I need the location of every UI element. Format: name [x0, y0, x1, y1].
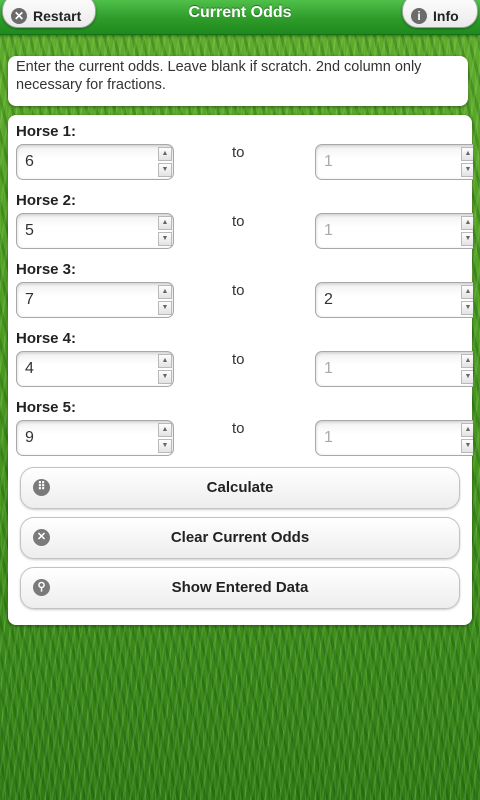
calculate-label: Calculate: [206, 479, 274, 496]
horse-4-fraction-input[interactable]: 1 ▲ ▼: [315, 351, 473, 387]
chevron-up-icon[interactable]: ▲: [158, 216, 172, 230]
horse-2-fraction-input[interactable]: 1 ▲ ▼: [315, 213, 473, 249]
horse-3-label: Horse 3:: [16, 261, 77, 278]
chevron-up-icon[interactable]: ▲: [158, 147, 172, 161]
horse-5-odds-value: 9: [25, 429, 34, 446]
horse-3-fraction-value: 2: [324, 291, 333, 308]
horse-1-to-text: to: [232, 144, 245, 161]
instructions-text: Enter the current odds. Leave blank if s…: [8, 56, 468, 106]
chevron-up-icon[interactable]: ▲: [461, 423, 473, 437]
horse-2-fraction-stepper[interactable]: ▲ ▼: [461, 216, 473, 246]
chevron-down-icon[interactable]: ▼: [461, 439, 473, 453]
horse-3-odds-stepper[interactable]: ▲ ▼: [158, 285, 172, 315]
chevron-down-icon[interactable]: ▼: [158, 163, 172, 177]
horse-4-label: Horse 4:: [16, 330, 77, 347]
horse-3-fraction-stepper[interactable]: ▲ ▼: [461, 285, 473, 315]
chevron-up-icon[interactable]: ▲: [461, 147, 473, 161]
horse-4-odds-stepper[interactable]: ▲ ▼: [158, 354, 172, 384]
chevron-down-icon[interactable]: ▼: [158, 301, 172, 315]
horse-3-to-text: to: [232, 282, 245, 299]
show-label: Show Entered Data: [171, 579, 309, 596]
chevron-down-icon[interactable]: ▼: [158, 439, 172, 453]
horse-1-label: Horse 1:: [16, 123, 77, 140]
header-bar: ✕ Restart Current Odds i Info: [0, 0, 480, 35]
horse-5-odds-stepper[interactable]: ▲ ▼: [158, 423, 172, 453]
horse-5-label: Horse 5:: [16, 399, 77, 416]
chevron-down-icon[interactable]: ▼: [461, 232, 473, 246]
horse-2-to-text: to: [232, 213, 245, 230]
clear-current-odds-button[interactable]: ✕ Clear Current Odds: [20, 517, 460, 559]
horse-4-to-text: to: [232, 351, 245, 368]
chevron-down-icon[interactable]: ▼: [461, 163, 473, 177]
horse-4-odds-input[interactable]: 4 ▲ ▼: [16, 351, 174, 387]
horse-1-fraction-input[interactable]: 1 ▲ ▼: [315, 144, 473, 180]
show-entered-data-button[interactable]: ⚲ Show Entered Data: [20, 567, 460, 609]
chevron-up-icon[interactable]: ▲: [158, 354, 172, 368]
horse-3-fraction-input[interactable]: 2 ▲ ▼: [315, 282, 473, 318]
horse-5-fraction-placeholder: 1: [324, 429, 333, 446]
chevron-up-icon[interactable]: ▲: [158, 285, 172, 299]
clear-label: Clear Current Odds: [170, 529, 310, 546]
horse-1-odds-value: 6: [25, 153, 34, 170]
horse-2-odds-input[interactable]: 5 ▲ ▼: [16, 213, 174, 249]
horse-5-fraction-stepper[interactable]: ▲ ▼: [461, 423, 473, 453]
horse-3-odds-value: 7: [25, 291, 34, 308]
horse-5-to-text: to: [232, 420, 245, 437]
chevron-down-icon[interactable]: ▼: [158, 232, 172, 246]
info-label: Info: [433, 7, 459, 24]
horse-2-odds-value: 5: [25, 222, 34, 239]
chevron-up-icon[interactable]: ▲: [158, 423, 172, 437]
chevron-down-icon[interactable]: ▼: [461, 301, 473, 315]
chevron-up-icon[interactable]: ▲: [461, 354, 473, 368]
horse-5-fraction-input[interactable]: 1 ▲ ▼: [315, 420, 473, 456]
horse-1-fraction-placeholder: 1: [324, 153, 333, 170]
info-icon: i: [411, 7, 427, 24]
horse-4-fraction-placeholder: 1: [324, 360, 333, 377]
chevron-down-icon[interactable]: ▼: [158, 370, 172, 384]
chevron-down-icon[interactable]: ▼: [461, 370, 473, 384]
info-button[interactable]: i Info: [402, 0, 478, 28]
horse-1-odds-stepper[interactable]: ▲ ▼: [158, 147, 172, 177]
odds-panel: Horse 1: 6 ▲ ▼ to 1 ▲ ▼ Horse 2: 5 ▲ ▼ t…: [8, 115, 473, 625]
horse-3-odds-input[interactable]: 7 ▲ ▼: [16, 282, 174, 318]
horse-1-fraction-stepper[interactable]: ▲ ▼: [461, 147, 473, 177]
horse-2-label: Horse 2:: [16, 192, 77, 209]
horse-1-odds-input[interactable]: 6 ▲ ▼: [16, 144, 174, 180]
calculate-button[interactable]: ⠿ Calculate: [20, 467, 460, 509]
horse-4-fraction-stepper[interactable]: ▲ ▼: [461, 354, 473, 384]
chevron-up-icon[interactable]: ▲: [461, 285, 473, 299]
chevron-up-icon[interactable]: ▲: [461, 216, 473, 230]
horse-4-odds-value: 4: [25, 360, 34, 377]
horse-2-fraction-placeholder: 1: [324, 222, 333, 239]
horse-5-odds-input[interactable]: 9 ▲ ▼: [16, 420, 174, 456]
horse-2-odds-stepper[interactable]: ▲ ▼: [158, 216, 172, 246]
